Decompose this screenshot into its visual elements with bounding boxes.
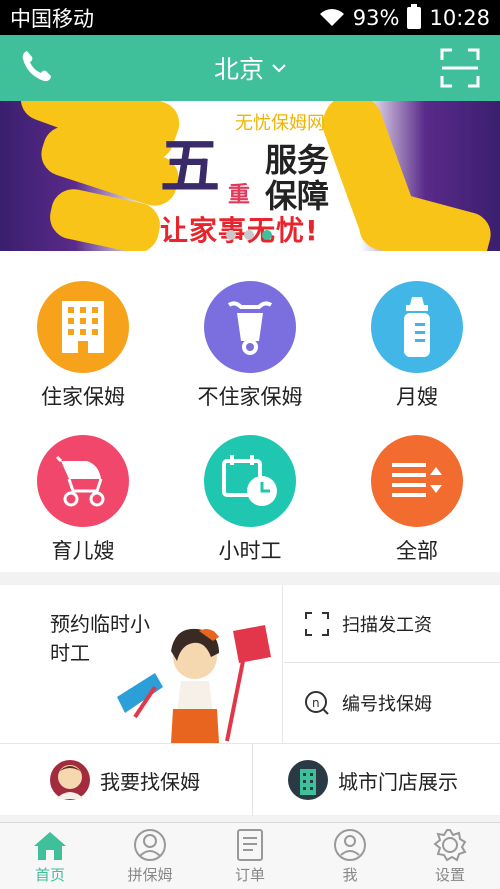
- tab-label: 订单: [234, 866, 265, 884]
- city-selector[interactable]: 北京: [214, 50, 286, 86]
- category-circle: [204, 281, 296, 373]
- find-nanny-button[interactable]: 我要找保姆: [50, 744, 200, 816]
- category-label: 小时工: [218, 539, 282, 563]
- banner-text: 无忧保姆网 五 服务 重 保障 让家事无忧!: [160, 107, 350, 247]
- city-building-icon: [288, 760, 328, 800]
- scan-salary-button[interactable]: 扫描发工资: [284, 585, 500, 663]
- bottom-tab-bar: 首页 拼保姆 订单 我 设置: [0, 822, 500, 889]
- services-panel: 预约临时小时工 扫描发工资 n 编号找保姆: [0, 585, 500, 743]
- category-non-live-in-nanny[interactable]: 不住家保姆: [167, 251, 333, 411]
- battery-icon: [407, 3, 422, 29]
- status-bar: 中国移动 93% 10:28: [0, 0, 500, 35]
- category-all[interactable]: 全部: [334, 405, 500, 565]
- category-label: 全部: [396, 539, 438, 563]
- category-childcare-nanny[interactable]: 育儿嫂: [0, 405, 166, 565]
- stroller-icon: [55, 455, 105, 507]
- tab-settings[interactable]: 设置: [400, 823, 500, 889]
- find-nanny-label: 我要找保姆: [100, 769, 200, 794]
- scan-icon[interactable]: [440, 48, 480, 88]
- building-icon: [62, 301, 104, 353]
- book-hourly-worker-card[interactable]: 预约临时小时工: [0, 585, 283, 743]
- city-name: 北京: [213, 55, 264, 84]
- tab-orders[interactable]: 订单: [200, 823, 300, 889]
- number-search-icon: n: [305, 691, 329, 715]
- top-bar: 北京: [0, 35, 500, 101]
- quick-links: 我要找保姆 城市门店展示: [0, 743, 500, 816]
- banner-big-char: 五: [160, 132, 220, 202]
- category-circle: [371, 435, 463, 527]
- carousel-dot[interactable]: [244, 230, 254, 240]
- tab-home[interactable]: 首页: [0, 823, 100, 889]
- home-icon: [34, 832, 66, 860]
- carousel-dots: [226, 230, 272, 240]
- category-circle: [371, 281, 463, 373]
- category-live-in-nanny[interactable]: 住家保姆: [0, 251, 166, 411]
- banner-slogan: 让家事无忧!: [160, 214, 319, 247]
- tab-label: 设置: [434, 866, 465, 884]
- baby-bottle-icon: [404, 297, 430, 357]
- promo-banner[interactable]: 无忧保姆网 五 服务 重 保障 让家事无忧!: [0, 101, 500, 251]
- carrier-label: 中国移动: [10, 6, 94, 31]
- gear-icon: [433, 829, 467, 862]
- tab-label: 拼保姆: [127, 866, 173, 884]
- list-sort-icon: [392, 463, 442, 497]
- category-circle: [37, 281, 129, 373]
- battery-percent: 93%: [352, 5, 400, 30]
- divider: [252, 744, 253, 816]
- city-stores-label: 城市门店展示: [338, 769, 458, 794]
- svg-text:n: n: [312, 696, 320, 710]
- clock: 10:28: [429, 5, 490, 30]
- carousel-dot-active[interactable]: [262, 230, 272, 240]
- find-by-number-button[interactable]: n 编号找保姆: [284, 663, 500, 743]
- category-maternity-nurse[interactable]: 月嫂: [334, 251, 500, 411]
- wifi-icon: [319, 8, 344, 26]
- banner-subtitle: 无忧保姆网: [235, 113, 325, 134]
- category-circle: [204, 435, 296, 527]
- phone-icon[interactable]: [20, 49, 52, 83]
- carousel-dot[interactable]: [226, 230, 236, 240]
- find-by-number-label: 编号找保姆: [342, 694, 432, 715]
- cleaning-lady-illustration: [117, 625, 271, 743]
- banner-small-char: 重: [228, 183, 251, 208]
- nanny-avatar-icon: [50, 760, 90, 800]
- category-label: 育儿嫂: [51, 539, 115, 563]
- tab-label: 首页: [34, 866, 65, 884]
- tab-me[interactable]: 我: [300, 823, 400, 889]
- tab-label: 我: [342, 866, 358, 884]
- category-hourly-worker[interactable]: 小时工: [167, 405, 333, 565]
- chevron-down-icon: [272, 64, 286, 73]
- city-stores-button[interactable]: 城市门店展示: [288, 744, 458, 816]
- tab-group-nanny[interactable]: 拼保姆: [100, 823, 200, 889]
- user-outline-icon: [134, 829, 166, 861]
- calendar-clock-icon: [222, 455, 277, 506]
- scan-frame-icon: [305, 611, 329, 636]
- category-grid: 住家保姆 不住家保姆 月嫂 育儿嫂 小时工 全部: [0, 251, 500, 572]
- status-right: 93% 10:28: [319, 3, 490, 30]
- scan-salary-label: 扫描发工资: [342, 614, 432, 636]
- scooter-icon: [227, 301, 273, 355]
- document-icon: [237, 829, 263, 861]
- person-circle-icon: [334, 829, 366, 861]
- category-circle: [37, 435, 129, 527]
- yellow-finger-shape: [354, 185, 496, 251]
